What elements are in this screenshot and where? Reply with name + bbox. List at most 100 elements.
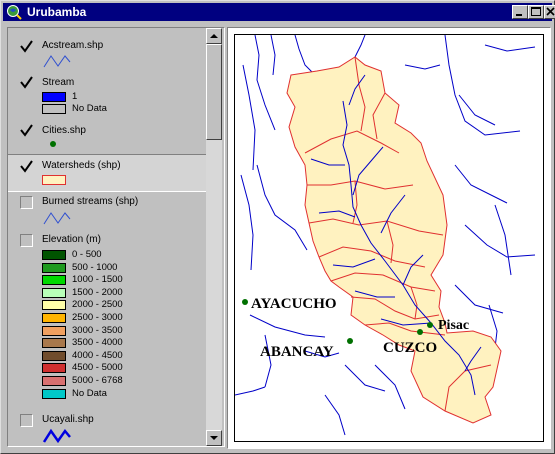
stream-line [374, 364, 406, 410]
legend-item: 1 [42, 91, 202, 103]
city-point-ayacucho[interactable] [242, 299, 248, 305]
city-label-ayacucho: AYACUCHO [251, 296, 337, 312]
swatch [42, 338, 66, 349]
elevation-legend-item: 3000 - 3500 [42, 324, 202, 337]
legend-label: 5000 - 6768 [72, 375, 123, 386]
layer-name-acstream: Acstream.shp [42, 40, 104, 51]
city-point-abancay[interactable] [347, 338, 353, 344]
stream-line [264, 334, 272, 388]
stream-line [354, 34, 366, 58]
line-symbol-icon [43, 55, 71, 68]
elevation-legend-item: No Data [42, 388, 202, 400]
checkbox-cities[interactable] [20, 124, 33, 137]
stream-line [324, 394, 346, 436]
checkbox-burned-streams[interactable] [20, 196, 33, 209]
swatch [42, 388, 66, 399]
layer-name-cities: Cities.shp [42, 125, 86, 136]
city-point-cuzco[interactable] [417, 329, 423, 335]
stream-line [494, 204, 512, 276]
line-symbol-icon [42, 428, 71, 444]
elevation-legend-item: 0 - 500 [42, 249, 202, 261]
swatch [42, 376, 66, 386]
checkbox-stream[interactable] [20, 76, 33, 89]
globe-magnifier-icon [7, 5, 22, 20]
legend-label: 4500 - 5000 [72, 362, 123, 374]
elevation-legend-item: 4500 - 5000 [42, 362, 202, 374]
swatch [42, 250, 66, 260]
toc-scrollbar[interactable] [206, 28, 222, 446]
point-symbol-icon [50, 141, 56, 147]
close-button[interactable] [544, 5, 555, 19]
watershed-polygon [286, 56, 502, 424]
scroll-up-button[interactable] [206, 28, 222, 44]
elevation-legend-item: 500 - 1000 [42, 262, 202, 274]
scroll-thumb[interactable] [206, 44, 222, 140]
layer-acstream[interactable]: Acstream.shp [8, 36, 206, 76]
legend-item: No Data [42, 103, 202, 115]
title-bar[interactable]: Urubamba [3, 3, 555, 21]
stream-line [234, 386, 266, 396]
swatch [42, 325, 66, 336]
maximize-button[interactable] [528, 5, 544, 19]
map-view[interactable]: AYACUCHO ABANCAY CUZCO Pisac [227, 27, 551, 449]
elevation-legend-item: 1000 - 1500 [42, 274, 202, 286]
swatch [42, 262, 66, 273]
minimize-button[interactable] [512, 5, 528, 19]
layer-name-stream: Stream [42, 77, 75, 88]
stream-line [240, 174, 254, 271]
layer-list: Acstream.shp Stream 1 No Data Cities.shp… [8, 28, 206, 446]
swatch [42, 363, 66, 374]
stream-line [242, 64, 256, 171]
layer-cities[interactable]: Cities.shp [8, 124, 206, 154]
layer-watersheds[interactable]: Watersheds (shp) [8, 154, 206, 192]
stream-line [254, 34, 276, 131]
city-point-pisac[interactable] [427, 322, 433, 328]
layer-name-ucayali: Ucayali.shp [42, 414, 94, 425]
stream-line [484, 44, 536, 52]
legend-label: 0 - 500 [72, 249, 102, 260]
layer-burned-streams[interactable]: Burned streams (shp) [8, 194, 206, 232]
elevation-legend-item: 2500 - 3000 [42, 312, 202, 324]
elevation-legend-item: 4000 - 4500 [42, 349, 202, 362]
legend-label: 3000 - 3500 [72, 324, 123, 336]
layer-name-burned-streams: Burned streams (shp) [42, 196, 139, 207]
swatch [42, 104, 66, 114]
checkbox-watersheds[interactable] [20, 160, 33, 173]
swatch [42, 300, 66, 311]
checkbox-acstream[interactable] [20, 40, 33, 53]
layer-name-elevation: Elevation (m) [42, 234, 101, 245]
window-title: Urubamba [27, 5, 87, 19]
swatch [42, 275, 66, 286]
checkbox-elevation[interactable] [20, 234, 33, 247]
legend-label: No Data [72, 103, 107, 114]
scroll-down-button[interactable] [206, 430, 222, 446]
map-canvas[interactable]: AYACUCHO ABANCAY CUZCO Pisac [234, 34, 543, 441]
stream-line [294, 34, 314, 74]
legend-label: 1000 - 1500 [72, 274, 123, 286]
elevation-legend-item: 2000 - 2500 [42, 299, 202, 311]
arrow-up-icon [210, 34, 218, 38]
stream-line [404, 64, 441, 70]
legend-label: 1 [72, 91, 78, 102]
layer-ucayali[interactable]: Ucayali.shp [8, 412, 206, 446]
close-icon [546, 7, 555, 16]
layer-elevation[interactable]: Elevation (m) 0 - 500 500 - 1000 1000 - 15… [8, 232, 206, 408]
maximize-icon [531, 7, 541, 16]
urubamba-window: Urubamba Acstream.shp Stream 1 No Data C… [0, 0, 555, 454]
line-symbol-icon [43, 212, 71, 225]
checkbox-ucayali[interactable] [20, 414, 33, 427]
minimize-icon [516, 14, 522, 16]
legend-label: 3500 - 4000 [72, 337, 123, 349]
legend-label: 1500 - 2000 [72, 286, 123, 298]
swatch [42, 287, 66, 298]
stream-line [454, 284, 504, 314]
swatch [42, 350, 66, 361]
swatch [42, 92, 66, 102]
arrow-down-icon [210, 436, 218, 440]
polygon-symbol [42, 175, 66, 185]
stream-line [454, 164, 508, 204]
legend-label: 4000 - 4500 [72, 349, 123, 361]
stream-line [464, 224, 536, 258]
city-label-abancay: ABANCAY [260, 344, 334, 360]
table-of-contents: Acstream.shp Stream 1 No Data Cities.shp… [7, 27, 225, 447]
